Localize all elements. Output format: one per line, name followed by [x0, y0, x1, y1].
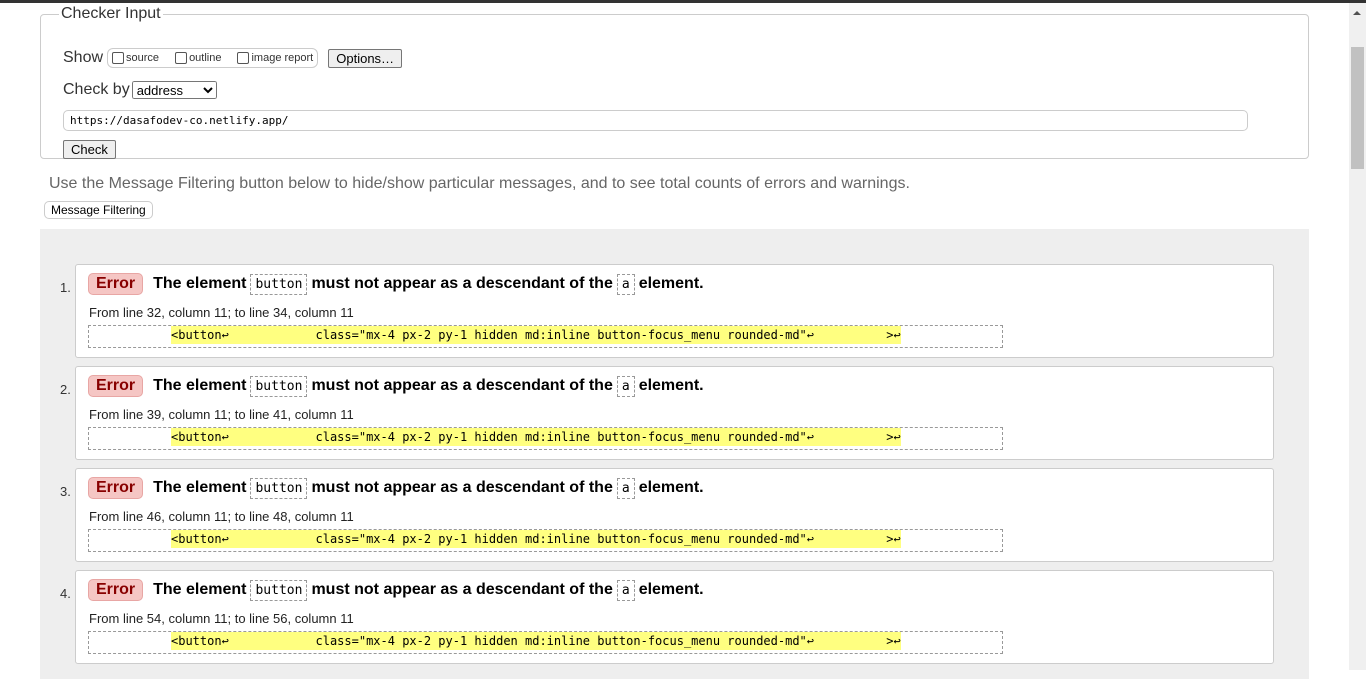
- show-outline-checkbox[interactable]: outline: [175, 52, 221, 64]
- element-code: a: [616, 375, 635, 397]
- message-filtering-button[interactable]: Message Filtering: [44, 201, 153, 219]
- message-number: 2.: [60, 382, 71, 397]
- results-list: 1. Error The element button must not appear…: [40, 229, 1309, 679]
- url-input[interactable]: https://dasafodev-co.netlify.app/: [63, 110, 1248, 131]
- highlighted-code: <button↩ class="mx-4 px-2 py-1 hidden md…: [171, 530, 901, 548]
- checkbox[interactable]: [175, 52, 188, 64]
- check-button[interactable]: Check: [63, 140, 116, 159]
- code-extract: <button↩ class="mx-4 px-2 py-1 hidden md…: [88, 529, 1003, 552]
- message-location: From line 46, column 11; to line 48, col…: [89, 509, 354, 524]
- message-text: must not appear as a descendant of the: [311, 275, 613, 292]
- message-text: The element: [153, 275, 247, 292]
- checkbox[interactable]: [112, 52, 125, 64]
- check-by-label: Check by: [63, 81, 130, 98]
- show-image-report-checkbox[interactable]: image report: [237, 52, 313, 64]
- show-row: Show source outline image report Options…: [63, 48, 403, 68]
- element-code: button: [250, 579, 308, 601]
- message-text: element.: [638, 581, 704, 598]
- checker-input-panel: Checker Input Show source outline image …: [40, 5, 1309, 159]
- message-text: must not appear as a descendant of the: [311, 581, 613, 598]
- highlighted-code: <button↩ class="mx-4 px-2 py-1 hidden md…: [171, 428, 901, 446]
- scroll-up-arrow-icon[interactable]: [1353, 11, 1361, 15]
- element-code: button: [250, 273, 308, 295]
- element-code: button: [250, 375, 308, 397]
- browser-top-edge: [0, 0, 1366, 3]
- error-badge: Error: [88, 579, 144, 601]
- element-code: a: [616, 477, 635, 499]
- show-label: Show: [63, 49, 104, 66]
- message-number: 4.: [60, 586, 71, 601]
- checkbox-label: source: [126, 52, 160, 64]
- message-text: must not appear as a descendant of the: [311, 479, 613, 496]
- code-extract: <button↩ class="mx-4 px-2 py-1 hidden md…: [88, 427, 1003, 450]
- check-row: Check: [63, 140, 116, 159]
- error-message: 4. Error The element button must not appear…: [60, 570, 1274, 664]
- error-badge: Error: [88, 375, 144, 397]
- show-source-checkbox[interactable]: source: [112, 52, 159, 64]
- message-location: From line 32, column 11; to line 34, col…: [89, 305, 354, 320]
- highlighted-code: <button↩ class="mx-4 px-2 py-1 hidden md…: [171, 326, 901, 344]
- code-extract: <button↩ class="mx-4 px-2 py-1 hidden md…: [88, 631, 1003, 654]
- vertical-scrollbar[interactable]: [1349, 3, 1366, 670]
- checkbox-label: outline: [189, 52, 222, 64]
- message-number: 3.: [60, 484, 71, 499]
- element-code: a: [616, 579, 635, 601]
- check-by-row: Check by address: [63, 81, 217, 99]
- error-badge: Error: [88, 477, 144, 499]
- message-text: element.: [638, 479, 704, 496]
- message-text: The element: [153, 581, 247, 598]
- highlighted-code: <button↩ class="mx-4 px-2 py-1 hidden md…: [171, 632, 901, 650]
- error-message: 2. Error The element button must not appear…: [60, 366, 1274, 460]
- message-text: element.: [638, 377, 704, 394]
- error-badge: Error: [88, 273, 144, 295]
- checker-input-legend: Checker Input: [61, 5, 161, 22]
- show-options: source outline image report: [107, 48, 319, 68]
- message-text: The element: [153, 479, 247, 496]
- error-message: 1. Error The element button must not appear…: [60, 264, 1274, 358]
- message-text: element.: [638, 275, 704, 292]
- message-text: must not appear as a descendant of the: [311, 377, 613, 394]
- message-text: The element: [153, 377, 247, 394]
- element-code: button: [250, 477, 308, 499]
- message-location: From line 39, column 11; to line 41, col…: [89, 407, 354, 422]
- message-location: From line 54, column 11; to line 56, col…: [89, 611, 354, 626]
- checkbox[interactable]: [237, 52, 250, 64]
- options-button[interactable]: Options…: [328, 48, 403, 68]
- checkbox-label: image report: [251, 52, 314, 64]
- code-extract: <button↩ class="mx-4 px-2 py-1 hidden md…: [88, 325, 1003, 348]
- scrollbar-thumb[interactable]: [1351, 47, 1364, 169]
- element-code: a: [616, 273, 635, 295]
- filtering-hint: Use the Message Filtering button below t…: [49, 175, 910, 192]
- message-number: 1.: [60, 280, 71, 295]
- error-message: 3. Error The element button must not appear…: [60, 468, 1274, 562]
- check-by-select[interactable]: address: [131, 81, 217, 99]
